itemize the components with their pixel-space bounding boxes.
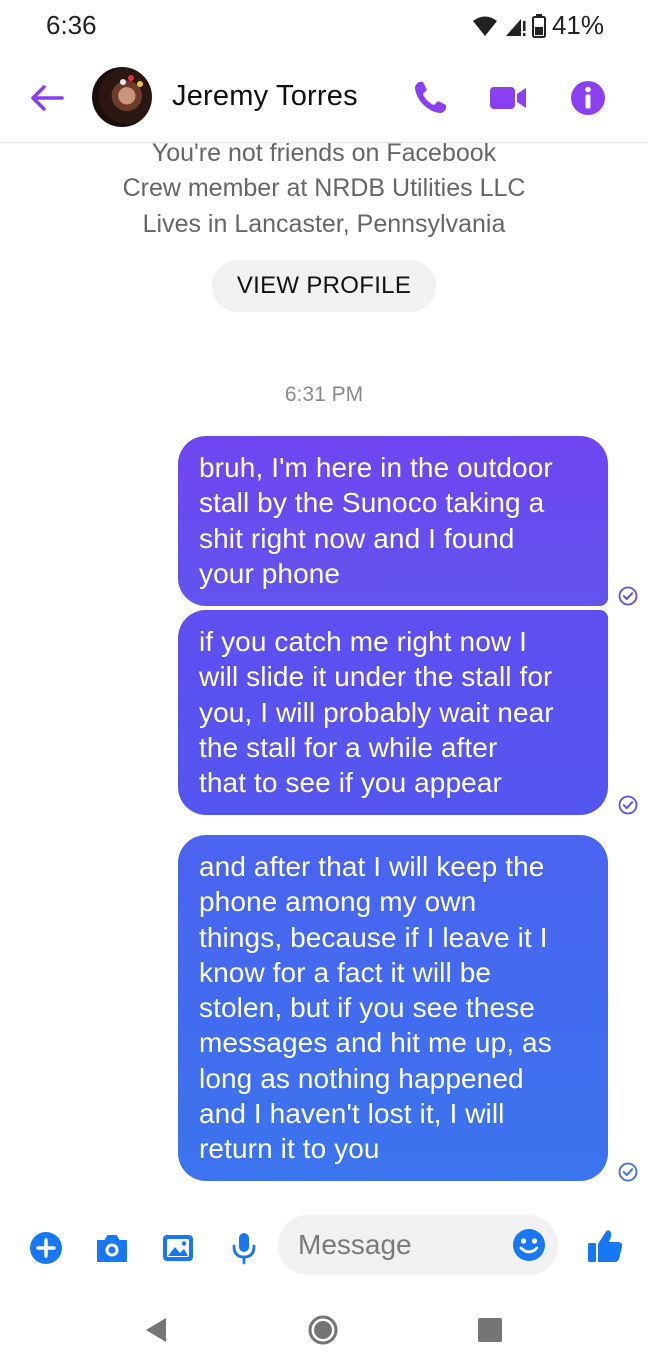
profile-work: Crew member at NRDB Utilities LLC (122, 174, 526, 202)
message-line: you, I will probably wait near (199, 696, 554, 728)
status-right: 41% (472, 10, 604, 41)
wifi-icon (472, 16, 497, 36)
message-line: the stall for a while after (199, 731, 498, 763)
back-triangle-icon[interactable] (140, 1314, 172, 1346)
battery-percent: 41% (551, 10, 604, 40)
message-line: will slide it under the stall for (199, 661, 553, 693)
sent-check-icon (618, 795, 638, 815)
battery-icon (531, 13, 546, 38)
profile-location: Lives in Lancaster, Pennsylvania (142, 210, 506, 238)
profile-friend-status: You're not friends on Facebook (151, 139, 497, 167)
signal-icon (505, 18, 526, 36)
message-timestamp: 6:31 PM (284, 383, 364, 406)
message-line: if you catch me right now I (199, 626, 527, 657)
conversation-header: Jeremy Torres (0, 52, 648, 143)
image-icon[interactable] (160, 1230, 196, 1266)
avatar[interactable] (92, 67, 152, 127)
message-line: shit right now and I found (199, 522, 515, 554)
sent-check-icon (618, 586, 638, 606)
microphone-icon[interactable] (226, 1230, 262, 1266)
message-line: long as nothing happened (199, 1062, 524, 1094)
message-line: bruh, I'm here in the outdoor (199, 452, 553, 483)
message-line: messages and hit me up, as (199, 1027, 552, 1059)
emoji-icon[interactable] (512, 1228, 546, 1262)
message-line: stall by the Sunoco taking a (199, 487, 545, 519)
sent-message[interactable]: bruh, I'm here in the outdoor stall by t… (178, 436, 608, 606)
camera-icon[interactable] (94, 1230, 130, 1266)
contact-name[interactable]: Jeremy Torres (172, 80, 358, 113)
sent-message[interactable]: if you catch me right now I will slide i… (178, 610, 608, 815)
sent-check-icon (618, 1162, 638, 1182)
message-line: things, because if I leave it I (199, 921, 548, 953)
message-line: know for a fact it will be (199, 956, 492, 988)
message-line: that to see if you appear (199, 767, 502, 799)
info-icon[interactable] (566, 76, 610, 120)
system-navigation-bar (0, 1290, 648, 1368)
status-bar: 6:36 41% (0, 0, 648, 52)
status-time: 6:36 (46, 10, 97, 40)
message-line: return it to you (199, 1133, 380, 1165)
recents-square-icon[interactable] (474, 1314, 506, 1346)
home-circle-icon[interactable] (307, 1314, 339, 1346)
sent-message[interactable]: and after that I will keep the phone amo… (178, 835, 608, 1181)
message-composer (0, 1210, 648, 1282)
phone-icon[interactable] (408, 76, 452, 120)
arrow-left-icon[interactable] (24, 76, 68, 120)
message-line: and I haven't lost it, I will (199, 1098, 505, 1130)
view-profile-button[interactable]: VIEW PROFILE (212, 260, 436, 312)
message-line: and after that I will keep the (199, 851, 545, 882)
message-line: phone among my own (199, 886, 477, 918)
video-camera-icon[interactable] (486, 76, 530, 120)
message-line: stolen, but if you see these (199, 992, 535, 1024)
thumbs-up-icon[interactable] (586, 1227, 624, 1265)
plus-icon[interactable] (28, 1230, 64, 1266)
message-line: your phone (199, 557, 341, 589)
